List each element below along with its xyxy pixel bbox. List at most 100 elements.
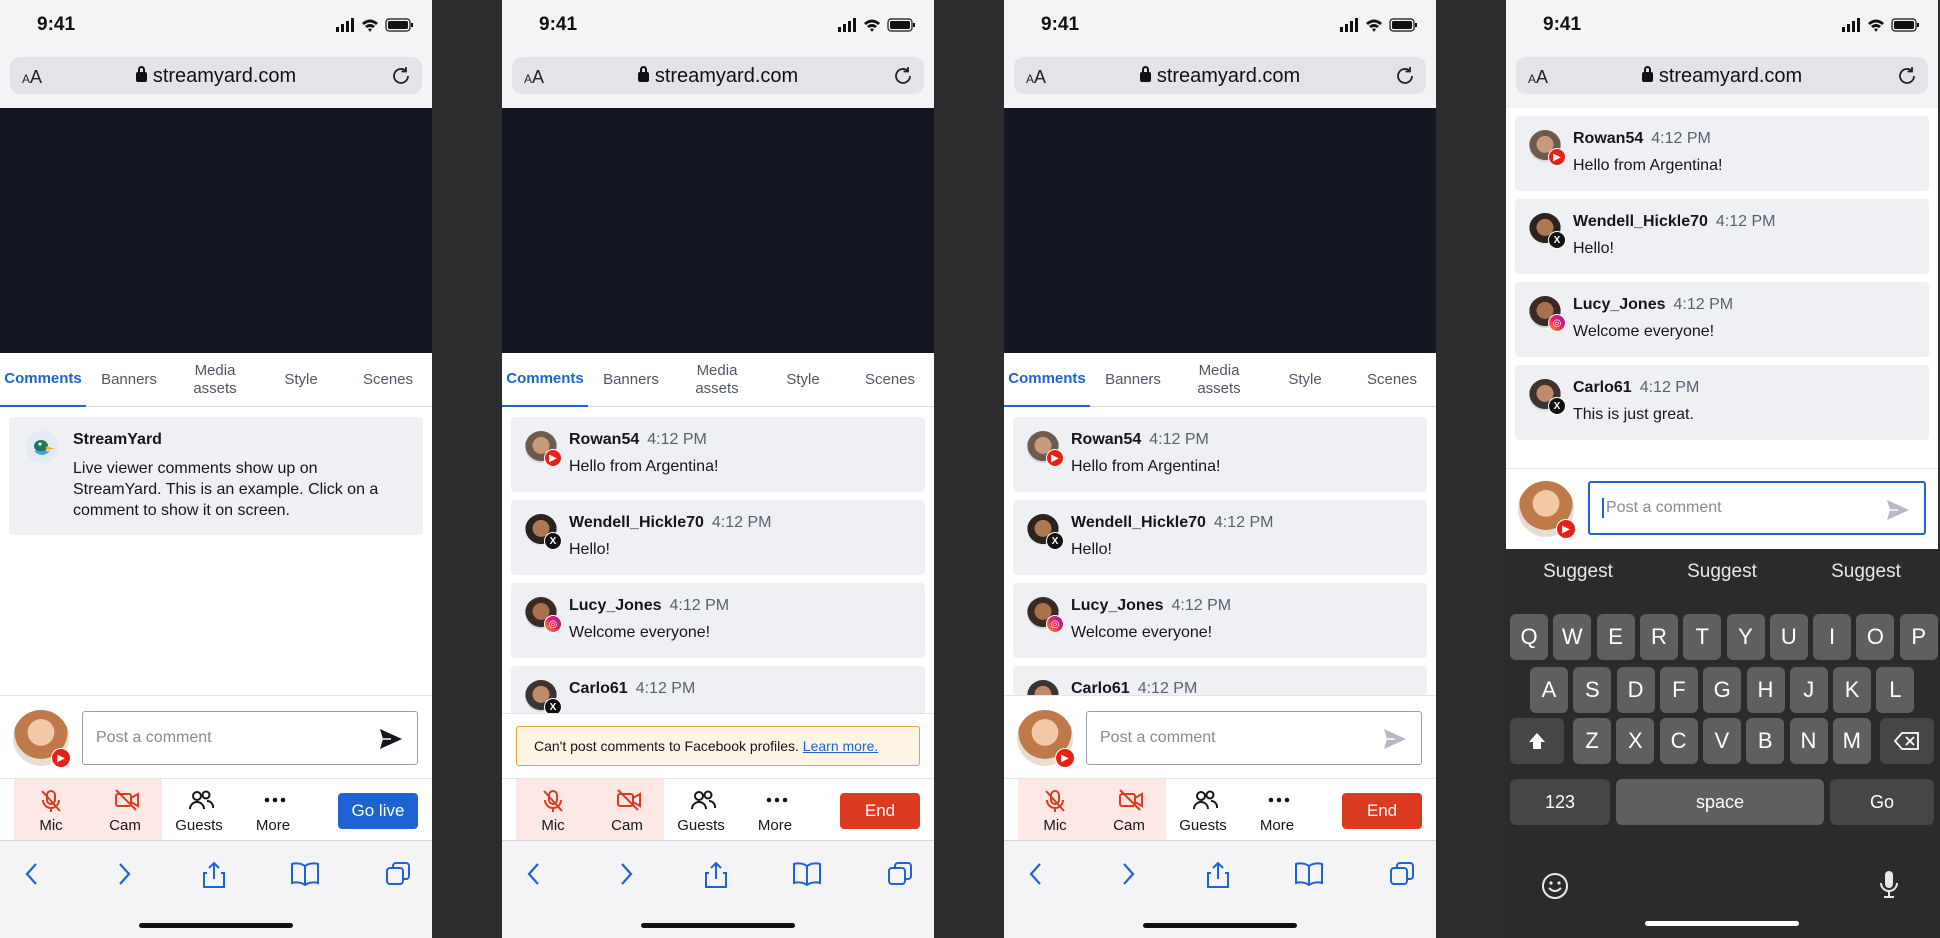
numbers-key[interactable]: 123 [1510,779,1610,825]
send-icon[interactable] [379,728,403,750]
suggestion-1[interactable]: Suggest [1506,561,1650,583]
share-icon[interactable] [202,861,226,889]
tab-scenes[interactable]: Scenes [1348,353,1436,407]
back-icon[interactable] [22,861,42,887]
key-e[interactable]: E [1596,614,1635,660]
key-k[interactable]: K [1833,667,1872,713]
tab-media-assets[interactable]: Media assets [172,353,258,407]
key-t[interactable]: T [1683,614,1722,660]
more-button[interactable]: More [1240,779,1314,841]
key-h[interactable]: H [1746,667,1785,713]
back-icon[interactable] [524,861,544,887]
key-o[interactable]: O [1856,614,1895,660]
suggestion-3[interactable]: Suggest [1794,561,1938,583]
end-button[interactable]: End [840,793,920,829]
comment-card[interactable]: ◎ Lucy_Jones 4:12 PM Welcome everyone! [511,583,925,658]
bookmarks-icon[interactable] [290,861,320,887]
tab-media-assets[interactable]: Media assets [1176,353,1262,407]
key-u[interactable]: U [1769,614,1808,660]
mic-button[interactable]: Mic [14,779,88,841]
key-q[interactable]: Q [1510,614,1548,660]
reload-icon[interactable] [390,65,412,87]
forward-icon[interactable] [616,861,636,887]
reload-icon[interactable] [1896,65,1918,87]
end-button[interactable]: End [1342,793,1422,829]
cam-button[interactable]: Cam [88,779,162,841]
back-icon[interactable] [1026,861,1046,887]
comment-input[interactable]: Post a comment [1588,481,1926,535]
go-key[interactable]: Go [1830,779,1934,825]
comment-card[interactable]: ▶ Rowan54 4:12 PM Hello from Argentina! [511,417,925,492]
send-icon[interactable] [1886,499,1910,521]
key-c[interactable]: C [1659,718,1698,764]
tab-style[interactable]: Style [258,353,344,407]
go-live-button[interactable]: Go live [338,793,418,829]
tabs-icon[interactable] [1389,861,1415,887]
reload-icon[interactable] [892,65,914,87]
space-key[interactable]: space [1616,779,1824,825]
send-icon[interactable] [1383,728,1407,750]
forward-icon[interactable] [114,861,134,887]
comment-card[interactable]: ▶ Rowan54 4:12 PM Hello from Argentina! [1013,417,1427,492]
bookmarks-icon[interactable] [1294,861,1324,887]
key-z[interactable]: Z [1573,718,1611,764]
key-n[interactable]: N [1789,718,1828,764]
key-a[interactable]: A [1530,667,1568,713]
key-x[interactable]: X [1616,718,1655,764]
tab-style[interactable]: Style [1262,353,1348,407]
learn-more-link[interactable]: Learn more. [803,738,878,754]
shift-key[interactable] [1510,718,1564,764]
key-m[interactable]: M [1832,718,1871,764]
tab-media-assets[interactable]: Media assets [674,353,760,407]
comment-card[interactable]: ◎ Lucy_Jones 4:12 PM Welcome everyone! [1515,282,1929,357]
emoji-icon[interactable] [1540,871,1570,901]
dictation-mic-icon[interactable] [1878,869,1900,901]
tab-scenes[interactable]: Scenes [344,353,432,407]
comment-input[interactable]: Post a comment [82,711,418,765]
key-p[interactable]: P [1899,614,1938,660]
tabs-icon[interactable] [887,861,913,887]
comment-card[interactable]: X Wendell_Hickle70 4:12 PM Hello! [1013,500,1427,575]
guests-button[interactable]: Guests [664,779,738,841]
key-b[interactable]: B [1746,718,1785,764]
comment-card[interactable]: ▶ Rowan54 4:12 PM Hello from Argentina! [1515,116,1929,191]
tab-comments[interactable]: Comments [0,353,86,407]
tab-comments[interactable]: Comments [1004,353,1090,407]
tab-style[interactable]: Style [760,353,846,407]
forward-icon[interactable] [1118,861,1138,887]
key-s[interactable]: S [1573,667,1612,713]
key-y[interactable]: Y [1726,614,1765,660]
mic-button[interactable]: Mic [1018,779,1092,841]
tab-banners[interactable]: Banners [588,353,674,407]
key-v[interactable]: V [1702,718,1741,764]
more-button[interactable]: More [236,779,310,841]
cam-button[interactable]: Cam [1092,779,1166,841]
tab-banners[interactable]: Banners [86,353,172,407]
share-icon[interactable] [704,861,728,889]
sample-comment-card[interactable]: StreamYard Live viewer comments show up … [9,417,423,535]
tab-scenes[interactable]: Scenes [846,353,934,407]
key-f[interactable]: F [1659,667,1698,713]
address-bar[interactable]: AA streamyard.com [10,57,422,94]
key-i[interactable]: I [1813,614,1852,660]
cam-button[interactable]: Cam [590,779,664,841]
tab-banners[interactable]: Banners [1090,353,1176,407]
backspace-key[interactable] [1880,718,1934,764]
key-r[interactable]: R [1639,614,1678,660]
comment-input[interactable]: Post a comment [1086,711,1422,765]
share-icon[interactable] [1206,861,1230,889]
comment-card[interactable]: X Carlo61 4:12 PM This is just great. [1515,365,1929,440]
comment-card[interactable]: ◎ Lucy_Jones 4:12 PM Welcome everyone! [1013,583,1427,658]
address-bar[interactable]: AA streamyard.com [1516,57,1928,94]
suggestion-2[interactable]: Suggest [1650,561,1794,583]
key-d[interactable]: D [1616,667,1655,713]
comment-card[interactable]: X Wendell_Hickle70 4:12 PM Hello! [1515,199,1929,274]
address-bar[interactable]: AA streamyard.com [1014,57,1426,94]
comment-card[interactable]: X Carlo614:12 PM [511,666,925,713]
mic-button[interactable]: Mic [516,779,590,841]
comment-card[interactable]: X Carlo614:12 PM [1013,666,1427,695]
address-bar[interactable]: AA streamyard.com [512,57,924,94]
tabs-icon[interactable] [385,861,411,887]
guests-button[interactable]: Guests [1166,779,1240,841]
reload-icon[interactable] [1394,65,1416,87]
